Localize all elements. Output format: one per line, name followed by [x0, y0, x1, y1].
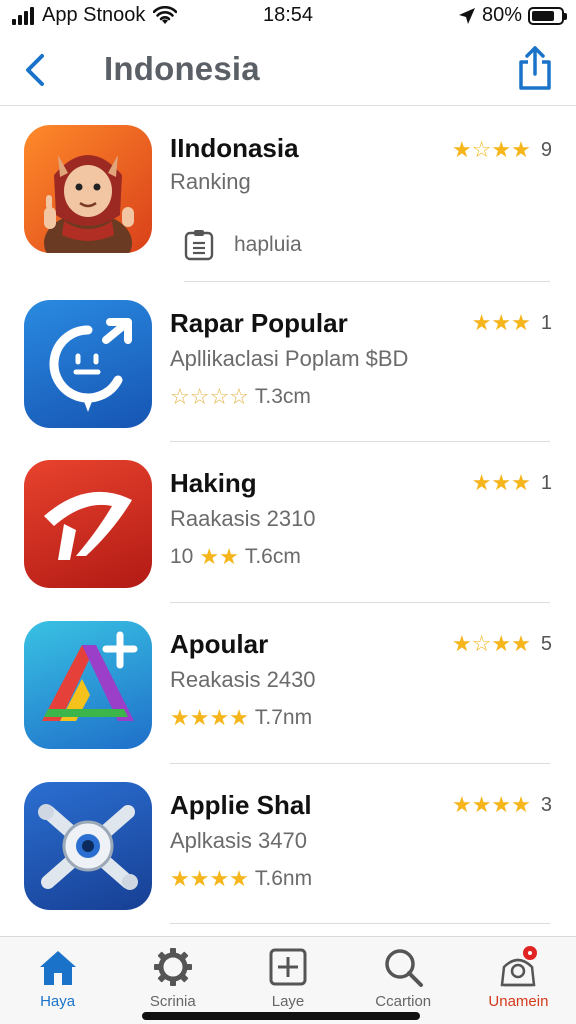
location-arrow-icon	[458, 7, 475, 24]
share-button[interactable]	[514, 44, 556, 92]
app-name[interactable]: Apoular	[170, 629, 268, 660]
app-rating: ★★★ 1	[472, 470, 552, 496]
app-name[interactable]: Applie Shal	[170, 790, 312, 821]
tab-label: Ccartion	[375, 993, 432, 1010]
rating-stars: ★★★	[471, 470, 531, 495]
app-subtitle: Raakasis 2310	[170, 506, 316, 531]
app-meta-text: hapluia	[234, 233, 302, 256]
meta-stars: ★★★★	[170, 866, 249, 891]
meta-prefix: 10	[170, 545, 194, 568]
page-title: Indonesia	[104, 50, 260, 87]
tab-laye[interactable]: Laye	[230, 937, 345, 1024]
swoosh-illustration	[44, 491, 132, 560]
app-subtitle: Reakasis 2430	[170, 667, 316, 692]
app-subtitle: Ranking	[170, 169, 251, 194]
app-meta: ☆☆☆☆ T.3cm	[170, 384, 311, 410]
app-icon-character[interactable]	[24, 125, 152, 253]
rating-stars: ★☆★★	[451, 631, 531, 656]
meta-stars: ★★★★	[170, 705, 249, 730]
robot-illustration	[38, 804, 138, 890]
list-item[interactable]: Applie Shal Aplkasis 3470 ★★★★ T.6nm ★★★…	[0, 764, 576, 924]
character-illustration	[44, 155, 134, 253]
tab-label: Laye	[271, 993, 305, 1010]
app-rating: ★☆★★ 5	[452, 631, 552, 657]
gear-icon	[153, 948, 192, 986]
tab-ccartion[interactable]: Ccartion	[346, 937, 461, 1024]
home-icon	[39, 951, 76, 985]
app-rating: ★☆★★ 9	[452, 137, 552, 163]
app-name[interactable]: IIndonasia	[170, 133, 299, 164]
add-square-icon	[269, 948, 307, 986]
tab-unamein[interactable]: Unamein	[461, 937, 576, 1024]
tab-label: Scrinia	[149, 993, 196, 1010]
battery-fill	[532, 10, 555, 21]
meta-stars: ☆☆☆☆	[170, 384, 249, 409]
rating-count: 9	[540, 138, 552, 161]
app-meta-text: T.6nm	[254, 867, 313, 890]
app-name[interactable]: Haking	[170, 468, 257, 499]
divider	[170, 923, 550, 924]
letter-a-illustration	[42, 631, 138, 721]
battery-icon	[528, 6, 567, 25]
back-button[interactable]	[16, 48, 56, 92]
app-meta-text: T.3cm	[254, 385, 311, 408]
navigation-bar: Indonesia	[0, 34, 576, 106]
status-bar: App Stnook 18:54 80%	[0, 0, 576, 34]
app-icon-chat[interactable]	[24, 300, 152, 428]
app-name[interactable]: Rapar Popular	[170, 308, 348, 339]
app-rating: ★★★ 1	[472, 310, 552, 336]
status-right: 80%	[458, 4, 567, 27]
rating-count: 1	[540, 311, 552, 334]
rating-stars: ★★★	[471, 310, 531, 335]
clipboard-icon	[184, 230, 214, 261]
search-icon	[385, 949, 424, 987]
app-subtitle: Apllikaclasi Poplam $BD	[170, 346, 409, 371]
tab-label: Haya	[40, 993, 76, 1010]
app-icon-robot[interactable]	[24, 782, 152, 910]
app-rating: ★★★★ 3	[452, 792, 552, 818]
app-meta: 10 ★★ T.6cm	[170, 544, 301, 570]
tab-haya[interactable]: Haya	[0, 937, 115, 1024]
home-indicator[interactable]	[142, 1012, 420, 1020]
list-item[interactable]: IIndonasia Ranking hapluia ★☆★★ 9	[0, 107, 576, 282]
chevron-left-icon	[26, 54, 44, 86]
list-item[interactable]: Rapar Popular Apllikaclasi Poplam $BD ☆☆…	[0, 282, 576, 442]
app-meta: hapluia	[184, 229, 302, 261]
share-icon	[519, 46, 551, 90]
list-item[interactable]: Apoular Reakasis 2430 ★★★★ T.7nm ★☆★★ 5	[0, 603, 576, 764]
tab-scrinia[interactable]: Scrinia	[115, 937, 230, 1024]
rating-stars: ★☆★★	[451, 137, 531, 162]
app-meta-text: T.6cm	[244, 545, 301, 568]
app-meta: ★★★★ T.6nm	[170, 866, 312, 892]
rating-count: 3	[540, 793, 552, 816]
rating-count: 1	[540, 471, 552, 494]
app-subtitle: Aplkasis 3470	[170, 828, 307, 853]
list-item[interactable]: Haking Raakasis 2310 10 ★★ T.6cm ★★★ 1	[0, 442, 576, 603]
chat-arrow-illustration	[49, 318, 132, 412]
app-icon-letter-a[interactable]	[24, 621, 152, 749]
app-icon-swoosh[interactable]	[24, 460, 152, 588]
tab-label: Unamein	[488, 993, 549, 1010]
app-ranking-list: IIndonasia Ranking hapluia ★☆★★ 9 Rapar …	[0, 107, 576, 924]
battery-percent: 80%	[481, 4, 522, 26]
meta-stars: ★★	[199, 544, 239, 569]
rating-stars: ★★★★	[451, 792, 531, 817]
rating-count: 5	[540, 632, 552, 655]
profile-notification-icon	[501, 946, 538, 987]
app-meta-text: T.7nm	[254, 706, 313, 729]
tab-bar: Haya Scrinia Laye Ccartion Unamein	[0, 936, 576, 1024]
app-meta: ★★★★ T.7nm	[170, 705, 312, 731]
